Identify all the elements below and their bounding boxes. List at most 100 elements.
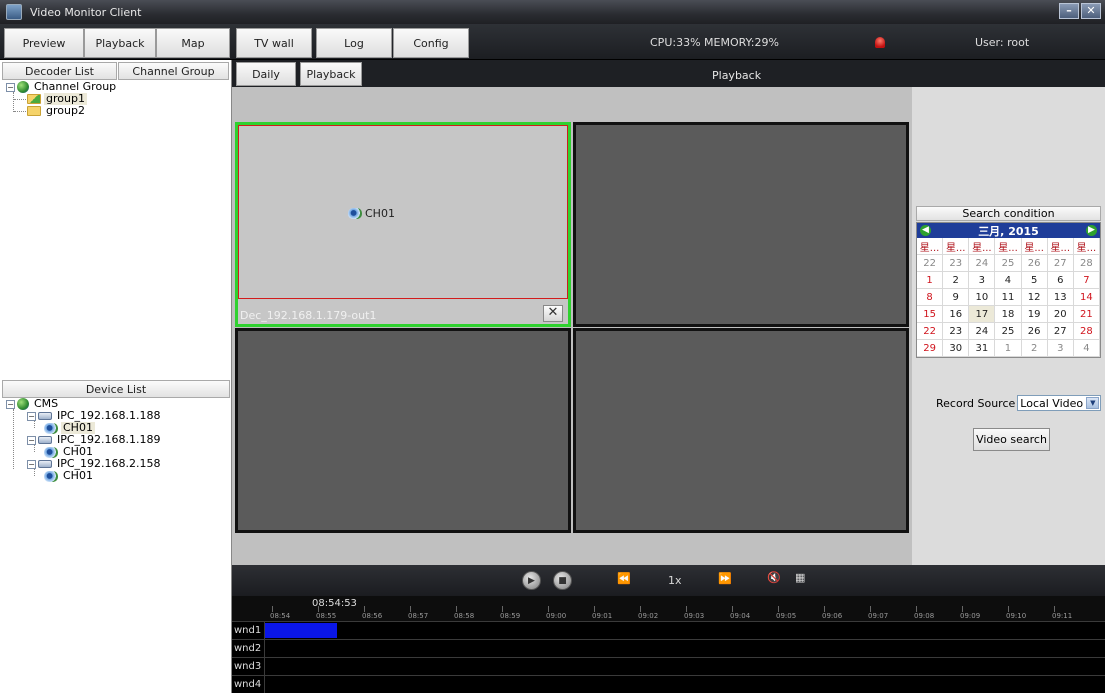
calendar-day[interactable]: 1 — [917, 272, 944, 289]
record-source-select[interactable]: Local Video ▼ — [1017, 395, 1102, 411]
tree-node-channel[interactable]: CH01 — [44, 470, 95, 482]
tab-map[interactable]: Map — [156, 28, 230, 58]
timeline-ruler[interactable]: 08:54:53 08:54 08:55 08:56 08:57 08:58 08:59 0… — [232, 596, 1105, 621]
calendar-day[interactable]: 5 — [1021, 272, 1048, 289]
close-window-button[interactable]: ✕ — [1081, 3, 1101, 19]
calendar-day[interactable]: 13 — [1047, 289, 1074, 306]
calendar-day[interactable]: 19 — [1021, 306, 1048, 323]
weekday-header: 星... — [969, 238, 996, 255]
tree-node-cms[interactable]: − CMS — [6, 398, 60, 410]
tab-playback[interactable]: Playback — [84, 28, 156, 58]
calendar-day[interactable]: 28 — [1073, 323, 1100, 340]
tree-node-device[interactable]: − IPC_192.168.1.189 — [27, 434, 163, 446]
tree-node-device[interactable]: − IPC_192.168.1.188 — [27, 410, 163, 422]
collapse-icon[interactable]: − — [27, 435, 36, 445]
tab-config[interactable]: Config — [393, 28, 469, 58]
tab-log[interactable]: Log — [316, 28, 392, 58]
calendar-day[interactable]: 2 — [943, 272, 970, 289]
play-button[interactable]: ▶ — [522, 571, 541, 590]
calendar-day[interactable]: 14 — [1073, 289, 1100, 306]
calendar-day[interactable]: 2 — [1021, 340, 1048, 357]
tab-tv-wall[interactable]: TV wall — [236, 28, 312, 58]
snapshot-icon[interactable]: ▦ — [795, 571, 805, 584]
calendar-day[interactable]: 21 — [1073, 306, 1100, 323]
calendar-day[interactable]: 4 — [995, 272, 1022, 289]
calendar-day[interactable]: 6 — [1047, 272, 1074, 289]
video-window-4[interactable] — [573, 328, 909, 533]
calendar-day[interactable]: 15 — [917, 306, 944, 323]
calendar-day[interactable]: 1 — [995, 340, 1022, 357]
video-frame — [238, 125, 568, 299]
fast-forward-button[interactable]: ⏩ — [718, 572, 732, 585]
tab-playback-sub[interactable]: Playback — [300, 62, 362, 86]
mute-icon[interactable]: 🔇 — [767, 571, 781, 584]
tree-node-device[interactable]: − IPC_192.168.2.158 — [27, 458, 163, 470]
tab-channel-group[interactable]: Channel Group — [118, 62, 229, 80]
collapse-icon[interactable]: − — [6, 82, 15, 92]
calendar-day[interactable]: 23 — [943, 323, 970, 340]
tree-node-group2[interactable]: group2 — [27, 105, 87, 117]
tab-decoder-list[interactable]: Decoder List — [2, 62, 117, 80]
calendar-day[interactable]: 8 — [917, 289, 944, 306]
timeline-row[interactable]: wnd3 — [232, 657, 1105, 676]
folder-icon — [27, 106, 41, 116]
chevron-down-icon[interactable]: ▼ — [1086, 397, 1100, 409]
calendar-day[interactable]: 11 — [995, 289, 1022, 306]
calendar-day[interactable]: 28 — [1073, 255, 1100, 272]
video-window-1[interactable]: CH01 Dec_192.168.1.179-out1 ✕ — [235, 122, 571, 327]
calendar-day[interactable]: 24 — [969, 255, 996, 272]
calendar-day[interactable]: 27 — [1047, 323, 1074, 340]
calendar-day[interactable]: 27 — [1047, 255, 1074, 272]
timeline[interactable]: 08:54:53 08:54 08:55 08:56 08:57 08:58 08:59 0… — [232, 596, 1105, 693]
next-month-icon[interactable]: ▶ — [1086, 225, 1097, 236]
calendar-day[interactable]: 18 — [995, 306, 1022, 323]
calendar-day[interactable]: 10 — [969, 289, 996, 306]
calendar-day[interactable]: 12 — [1021, 289, 1048, 306]
timeline-row[interactable]: wnd2 — [232, 639, 1105, 658]
minimize-button[interactable]: – — [1059, 3, 1079, 19]
camera-icon — [44, 470, 58, 482]
calendar-day[interactable]: 26 — [1021, 255, 1048, 272]
rewind-button[interactable]: ⏪ — [617, 572, 631, 585]
prev-month-icon[interactable]: ◀ — [920, 225, 931, 236]
tab-daily[interactable]: Daily — [236, 62, 296, 86]
left-panel: Decoder List Channel Group − Channel Gro… — [0, 60, 232, 693]
section-title: Playback — [712, 69, 762, 82]
collapse-icon[interactable]: − — [27, 459, 36, 469]
calendar-day[interactable]: 22 — [917, 255, 944, 272]
calendar-day[interactable]: 16 — [943, 306, 970, 323]
calendar-day[interactable]: 26 — [1021, 323, 1048, 340]
calendar-day[interactable]: 23 — [943, 255, 970, 272]
alarm-icon[interactable] — [875, 37, 885, 48]
record-source-label: Record Source — [936, 396, 1016, 410]
tick-label: 08:56 — [362, 612, 383, 620]
record-segment[interactable] — [265, 623, 337, 638]
close-video-button[interactable]: ✕ — [543, 305, 563, 322]
collapse-icon[interactable]: − — [6, 399, 15, 409]
calendar-day[interactable]: 25 — [995, 323, 1022, 340]
video-search-button[interactable]: Video search — [973, 428, 1050, 451]
calendar-day[interactable]: 7 — [1073, 272, 1100, 289]
top-nav: Preview Playback Map TV wall Log Config … — [0, 24, 1105, 60]
calendar-day[interactable]: 30 — [943, 340, 970, 357]
calendar-day[interactable]: 25 — [995, 255, 1022, 272]
timeline-row[interactable]: wnd1 — [232, 621, 1105, 640]
calendar-day[interactable]: 4 — [1073, 340, 1100, 357]
collapse-icon[interactable]: − — [27, 411, 36, 421]
calendar-day[interactable]: 20 — [1047, 306, 1074, 323]
tick-label: 08:54 — [270, 612, 291, 620]
calendar-day[interactable]: 3 — [969, 272, 996, 289]
calendar-day[interactable]: 31 — [969, 340, 996, 357]
calendar-day[interactable]: 29 — [917, 340, 944, 357]
timeline-row[interactable]: wnd4 — [232, 675, 1105, 693]
calendar-day[interactable]: 3 — [1047, 340, 1074, 357]
calendar-day[interactable]: 17 — [969, 306, 996, 323]
tab-preview[interactable]: Preview — [4, 28, 84, 58]
calendar-day[interactable]: 9 — [943, 289, 970, 306]
camera-icon — [348, 208, 362, 219]
calendar-day[interactable]: 22 — [917, 323, 944, 340]
calendar-day[interactable]: 24 — [969, 323, 996, 340]
video-window-2[interactable] — [573, 122, 909, 327]
video-window-3[interactable] — [235, 328, 571, 533]
stop-button[interactable]: ■ — [553, 571, 572, 590]
